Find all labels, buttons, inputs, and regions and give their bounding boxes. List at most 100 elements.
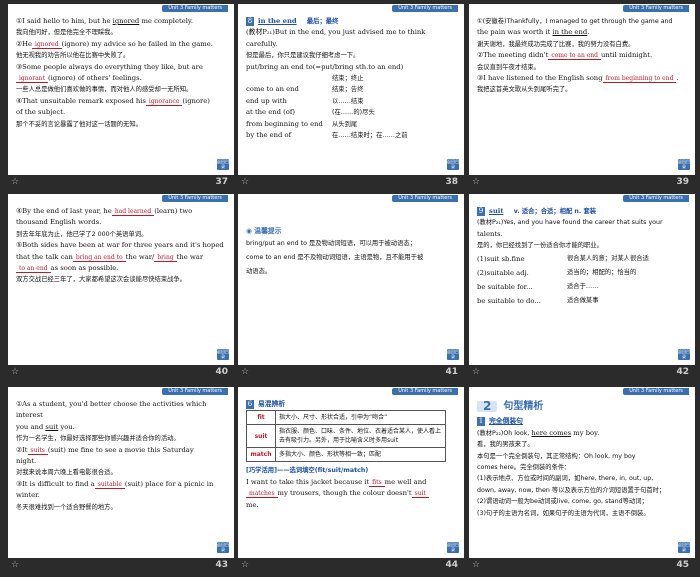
slide-footer: ☆ 38	[238, 176, 464, 190]
star-icon[interactable]: ☆	[241, 560, 249, 570]
slide-42[interactable]: Unit 3 Family matters 9 suit v. 适合；合适；相配 n…	[469, 194, 695, 365]
text-line: ④By the end of last year, he had learned(…	[16, 206, 228, 217]
table-value: 指衣服、颜色、口味、条件、地位、衣着适合某人，使人看上去有吸引力。另外，用于比喻…	[275, 424, 446, 449]
back-to-contents-button[interactable]: 返回目录	[678, 542, 690, 553]
text-line: to an end as soon as possible.	[16, 263, 228, 274]
answer-blank: had learned	[111, 208, 155, 216]
slide-41[interactable]: Unit 3 Family matters ◉ 温馨提示 bring/put an …	[238, 194, 464, 365]
star-icon[interactable]: ☆	[11, 560, 19, 570]
section-heading: 2 句型精析	[477, 400, 689, 413]
back-to-contents-button[interactable]: 返回目录	[217, 542, 229, 553]
heading-word: suit	[489, 207, 504, 215]
heading-number: 1	[477, 417, 485, 427]
text-run: ③I have listened to the English song	[477, 74, 603, 83]
text-run: ②The meeting didn't	[477, 51, 549, 60]
tip-label: ◉ 温馨提示	[246, 227, 282, 235]
phrase-cn: (在……的)尽头	[332, 109, 375, 117]
phrase-cn: 适合做某事	[567, 296, 599, 304]
practice-line: matches my trousers, though the colour do…	[246, 488, 458, 499]
text-run: ④By the end of last year, he	[16, 207, 112, 215]
back-to-contents-button[interactable]: 返回目录	[217, 349, 229, 360]
text-run: (ignore) my advice so he failed in the g…	[61, 39, 213, 48]
back-to-contents-button[interactable]: 返回目录	[447, 159, 459, 170]
text-line: ②He ignored (ignore) my advice so he faile…	[16, 39, 228, 50]
text-line: 他无视我的劝告所以他在比赛中失败了。	[16, 50, 228, 61]
text-line: ①I said hello to him, but he ignored me …	[16, 16, 228, 27]
slide-45[interactable]: Unit 3 Family matters 2 句型精析 1 完全倒装句 (教材P₂₂)O…	[469, 387, 695, 558]
unit-tag: Unit 3 Family matters	[162, 388, 228, 395]
slide-37[interactable]: Unit 3 Family matters ①I said hello to hi…	[8, 4, 234, 175]
text-run: that the talk can	[16, 252, 73, 261]
unit-tag: Unit 3 Family matters	[623, 5, 689, 12]
back-to-contents-button[interactable]: 返回目录	[678, 349, 690, 360]
slide-footer: ☆ 39	[469, 176, 695, 190]
phrase-row: (2)suitable adj. 适当的；相配的；恰当的	[477, 266, 689, 280]
slide-number: 37	[215, 177, 228, 187]
text-run: as soon as possible.	[50, 264, 119, 273]
back-to-contents-button[interactable]: 返回目录	[217, 159, 229, 170]
text-line: 作为一名学生，你最好选择那些你感兴趣并适合你的活动。	[16, 433, 228, 444]
phrase-cn: 结束；终止	[332, 75, 364, 83]
underlined-term: in the end	[552, 28, 588, 37]
slide-footer: ☆ 41	[238, 366, 464, 380]
text-line: the pain was worth it in the end.	[477, 27, 689, 38]
slide-header: Unit 3 Family matters	[8, 387, 234, 395]
slide-number: 40	[215, 367, 228, 377]
slide-43[interactable]: Unit 3 Family matters ①As a student, you'…	[8, 387, 234, 558]
example-line: (教材P₂₁)Yes, and you have found the caree…	[477, 219, 663, 227]
text-line: (3)句子的主语为名词，如果句子的主语为代词，主语不倒装。	[477, 508, 689, 519]
text-run: me.	[246, 500, 259, 509]
star-icon[interactable]: ☆	[472, 367, 480, 377]
table-value: 多指大小、颜色、形状等相一致；匹配	[275, 447, 446, 463]
text-line: 双方交战已经三年了，大家都希望这次会谈能尽快结束战争。	[16, 274, 228, 285]
slide-body: 8 in the end 最后；最终 (教材P₂₁)But in the end, …	[246, 16, 458, 141]
text-run: 谢天谢地，我最终成功完成了比赛，我的努力没有白费。	[477, 40, 635, 48]
text-line: 冬天很难找到一个适合野餐的地方。	[16, 502, 228, 513]
star-icon[interactable]: ☆	[11, 177, 19, 187]
text-line: (1)表示地点、方位或时间的副词，如here, there, in, out, …	[477, 473, 689, 484]
answer-blank: fits	[369, 478, 385, 487]
star-icon[interactable]: ☆	[11, 367, 19, 377]
text-run: the pain was worth it	[477, 28, 553, 37]
slide-body: ④By the end of last year, he had learned(…	[16, 206, 228, 286]
example-line: (教材P₂₁)But in the end, you just advised …	[246, 28, 426, 48]
text-line: ①(安徽卷)Thankfully，I managed to get throug…	[477, 16, 689, 27]
heading-meaning: 最后；最终	[304, 18, 339, 25]
text-line: night.	[16, 456, 228, 467]
text-run: my trousers, though the colour doesn't	[277, 489, 412, 498]
text-run: ①(安徽卷)Thankfully，I managed to get throug…	[477, 18, 673, 25]
slide-number: 42	[676, 367, 689, 377]
text-run: 会议直到午夜才结束。	[477, 63, 540, 71]
slide-header: Unit 3 Family matters	[469, 4, 695, 12]
back-to-contents-button[interactable]: 返回目录	[678, 159, 690, 170]
text-run: (suit) me fine to see a movie this Satur…	[47, 445, 194, 454]
phrase-cn: 适当的；相配的；恰当的	[567, 268, 637, 276]
star-icon[interactable]: ☆	[241, 177, 249, 187]
text-run: 一些人总是做他们喜欢做的事情，而对他人的感受却一无所知。	[16, 86, 193, 94]
slide-39[interactable]: Unit 3 Family matters ①(安徽卷)Thankfully，I …	[469, 4, 695, 175]
slide-38[interactable]: Unit 3 Family matters 8 in the end 最后；最终 (教…	[238, 4, 464, 175]
text-run: ⑤Both sides have been at war for three y…	[16, 241, 224, 250]
text-run: 到去年年底为止，他已学了2 000个英语单词。	[16, 230, 148, 238]
text-run: (1)表示地点、方位或时间的副词，如here, there, in, out, …	[477, 475, 654, 483]
slide-footer: ☆ 42	[469, 366, 695, 380]
entry-heading: 6 易混辨析	[246, 399, 458, 410]
text-line: that the talk can bring an end to the war/…	[16, 252, 228, 263]
star-icon[interactable]: ☆	[472, 177, 480, 187]
phrase-row: be suitable to do... 适合做某事	[477, 294, 689, 308]
slide-44[interactable]: Unit 3 Family matters 6 易混辨析 fit 指大小、尺寸、形状合适…	[238, 387, 464, 558]
star-icon[interactable]: ☆	[241, 367, 249, 377]
phrase-en: put/bring an end to(=put/bring sth.to an…	[246, 62, 404, 71]
phrase-row: at the end (of) (在……的)尽头	[246, 107, 458, 118]
slide-body: 9 suit v. 适合；合适；相配 n. 套装 (教材P₂₁)Yes, and y…	[477, 206, 689, 308]
slide-40[interactable]: Unit 3 Family matters ④By the end of last…	[8, 194, 234, 365]
back-to-contents-button[interactable]: 返回目录	[447, 349, 459, 360]
comparison-table: fit 指大小、尺寸、形状合适，引申为“吻合” suit 指衣服、颜色、口味、条件、地…	[246, 410, 446, 463]
phrase-row: 结束；终止	[246, 73, 458, 84]
practice-line: I want to take this jacket because it fit…	[246, 477, 458, 488]
star-icon[interactable]: ☆	[472, 560, 480, 570]
text-line: 我把这首英文歌从头到尾听完了。	[477, 84, 689, 95]
back-to-contents-button[interactable]: 返回目录	[447, 542, 459, 553]
heading-number: 9	[477, 207, 485, 216]
phrase-row: by the end of 在……结束时；在……之前	[246, 130, 458, 141]
